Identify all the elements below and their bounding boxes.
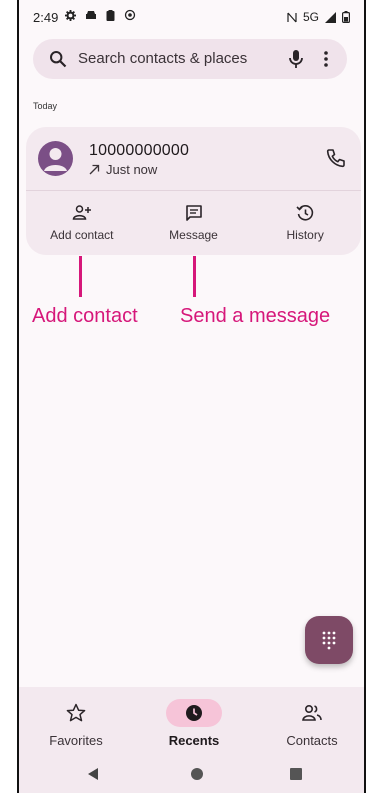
annotation-add-contact: Add contact	[32, 305, 138, 327]
nav-favorites-icon-container	[48, 699, 104, 727]
clipboard-icon	[106, 9, 115, 21]
settings-gear-icon	[65, 9, 76, 21]
back-triangle-icon[interactable]	[86, 767, 100, 781]
history-icon	[296, 205, 314, 221]
nav-favorites[interactable]: Favorites	[21, 687, 131, 757]
location-target-icon	[124, 9, 136, 21]
add-contact-button[interactable]: Add contact	[26, 191, 138, 255]
system-navigation-bar	[19, 760, 364, 790]
search-icon	[50, 51, 67, 68]
status-system-icons: 5G	[287, 10, 350, 24]
recent-apps-square-icon[interactable]	[290, 768, 302, 780]
clock-icon	[186, 705, 202, 721]
search-bar[interactable]: Search contacts & places	[33, 39, 347, 79]
status-notification-icons	[65, 9, 136, 21]
dialpad-button[interactable]	[305, 616, 353, 664]
nav-contacts[interactable]: Contacts	[257, 687, 364, 757]
annotation-pointer-send-message	[193, 256, 196, 297]
network-type: 5G	[302, 10, 319, 24]
nfc-icon	[287, 12, 297, 22]
annotation-send-message: Send a message	[180, 305, 331, 327]
outgoing-arrow-icon	[89, 164, 100, 175]
battery-icon	[342, 11, 350, 23]
nav-favorites-label: Favorites	[49, 733, 103, 748]
history-button[interactable]: History	[249, 191, 361, 255]
message-label: Message	[169, 228, 218, 242]
people-icon	[302, 704, 322, 721]
nav-contacts-label: Contacts	[286, 733, 338, 748]
nav-contacts-icon-container	[284, 699, 340, 727]
call-time: Just now	[106, 162, 158, 177]
status-bar: 2:49 5G	[19, 0, 364, 34]
call-entry-summary[interactable]: 10000000000 Just now	[26, 127, 361, 189]
add-contact-label: Add contact	[50, 228, 114, 242]
car-icon	[86, 11, 96, 19]
microphone-icon[interactable]	[287, 49, 305, 69]
annotation-pointer-add-contact	[79, 256, 82, 297]
contact-number: 10000000000	[89, 142, 190, 159]
avatar	[38, 141, 73, 176]
phone-screen: 2:49 5G Search contacts & places Today 1…	[17, 0, 366, 793]
phone-call-icon[interactable]	[325, 147, 347, 169]
dialpad-icon	[322, 631, 336, 650]
star-icon	[66, 703, 86, 722]
section-header-today: Today	[33, 101, 58, 111]
add-person-icon	[72, 205, 91, 220]
nav-recents[interactable]: Recents	[139, 687, 249, 757]
status-time: 2:49	[33, 10, 59, 25]
call-entry-actions: Add contact Message History	[26, 191, 361, 255]
message-icon	[185, 205, 202, 221]
nav-recents-label: Recents	[168, 733, 220, 748]
message-button[interactable]: Message	[138, 191, 250, 255]
signal-icon	[325, 11, 336, 23]
home-circle-icon[interactable]	[191, 768, 203, 780]
call-status-line: Just now	[89, 162, 157, 177]
nav-recents-icon-container	[166, 699, 222, 727]
history-label: History	[286, 228, 324, 242]
person-icon	[44, 148, 67, 171]
more-options-icon[interactable]	[317, 49, 335, 69]
search-input[interactable]: Search contacts & places	[78, 50, 247, 67]
call-log-entry[interactable]: 10000000000 Just now Add contact Message…	[26, 127, 361, 255]
